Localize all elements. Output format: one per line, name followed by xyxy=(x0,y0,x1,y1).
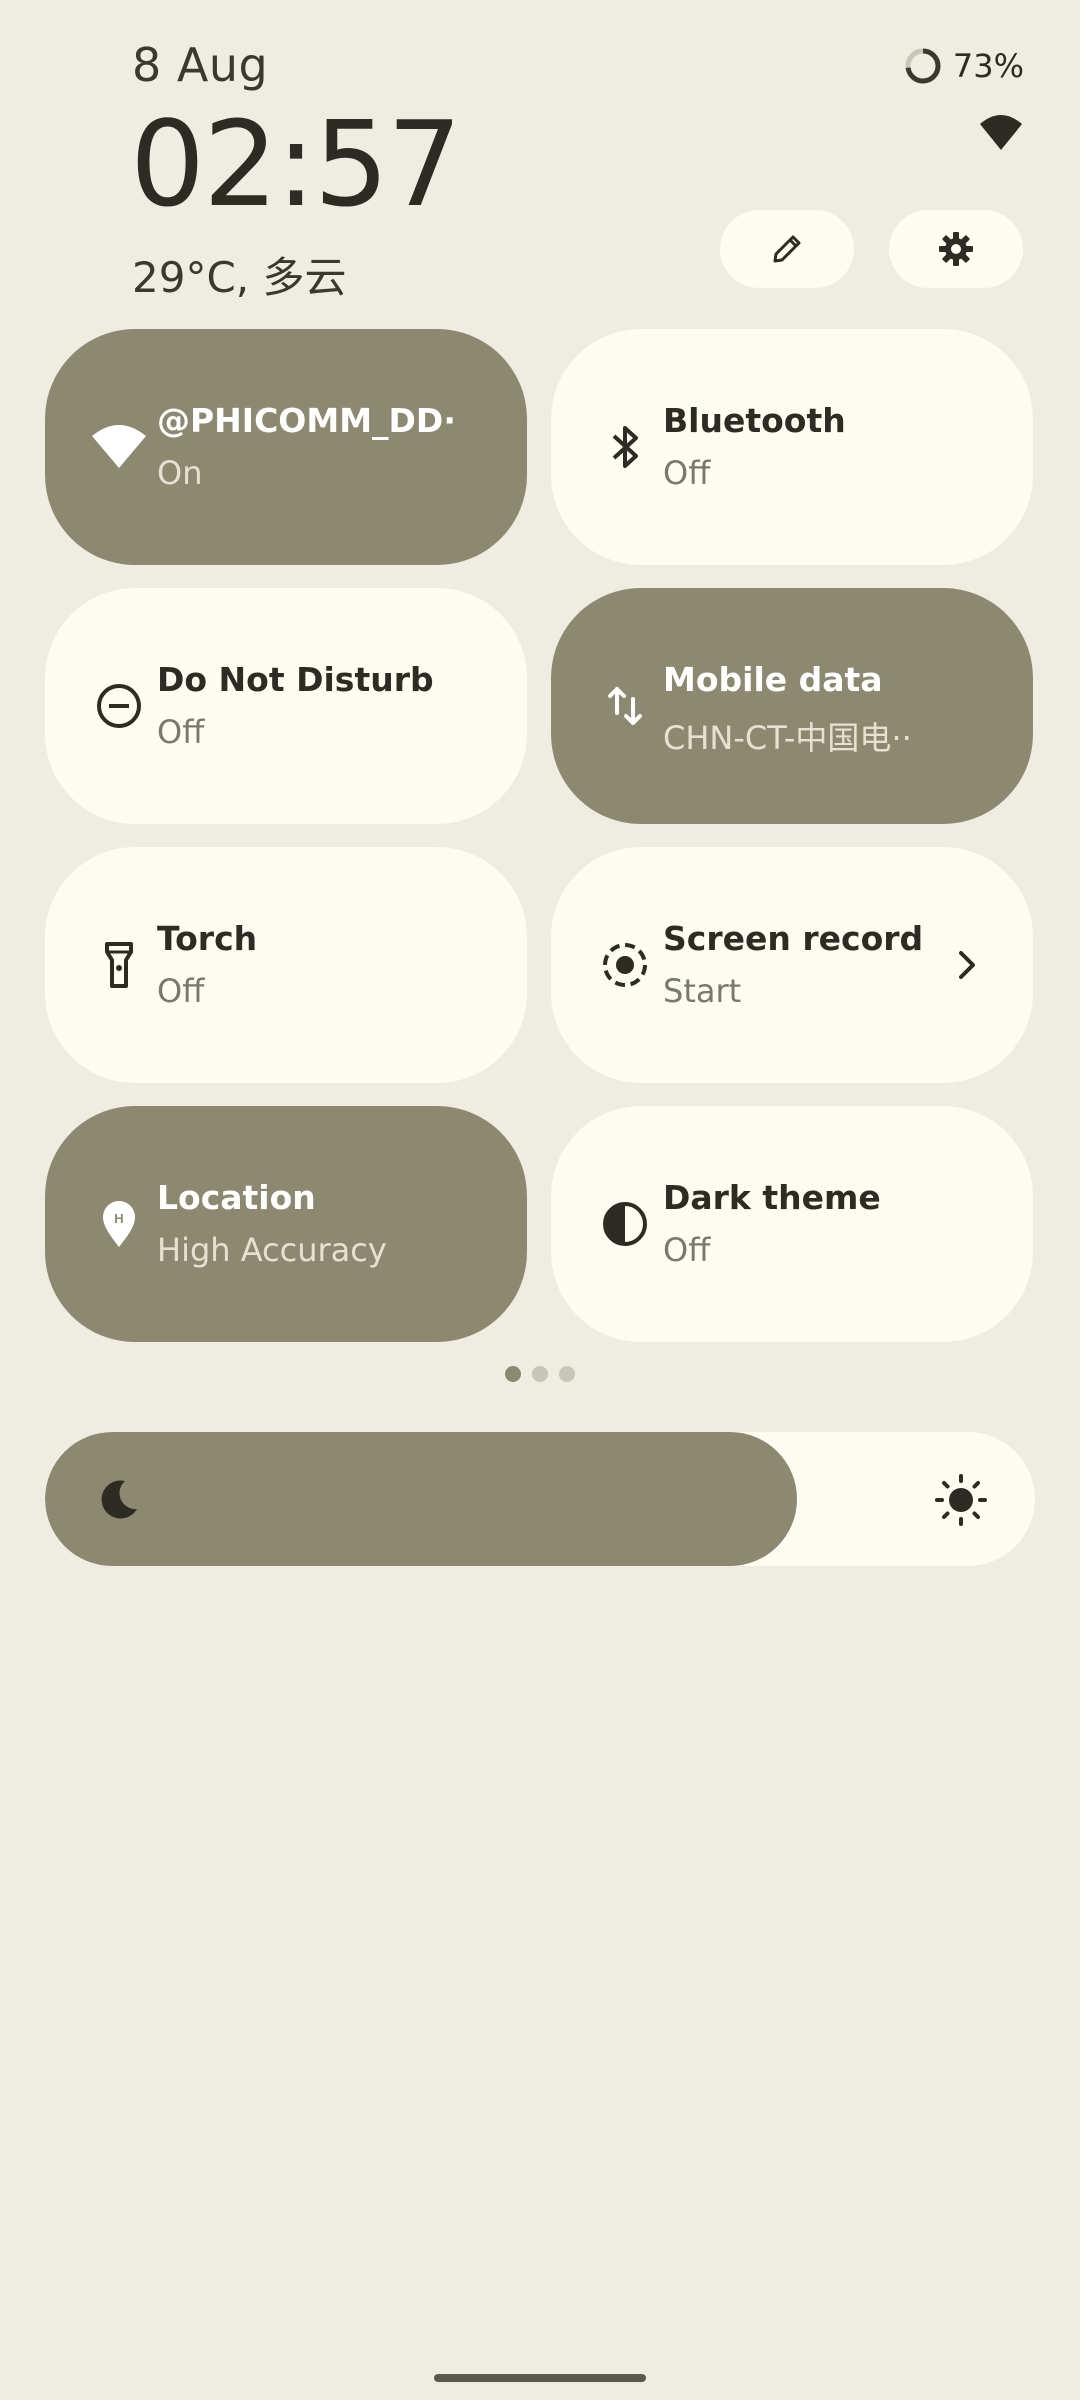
sun-icon xyxy=(935,1474,987,1526)
tile-wifi[interactable]: @PHICOMM_DD·· On xyxy=(45,329,527,565)
date-label: 8 Aug xyxy=(132,38,269,92)
tile-wifi-title: @PHICOMM_DD·· xyxy=(157,401,457,440)
tile-bluetooth[interactable]: Bluetooth Off xyxy=(551,329,1033,565)
tile-bluetooth-title: Bluetooth xyxy=(663,401,846,440)
gear-icon xyxy=(939,232,973,266)
battery-ring-icon xyxy=(905,48,941,84)
tile-torch-status: Off xyxy=(157,972,205,1010)
brightness-slider[interactable] xyxy=(45,1432,1035,1566)
tile-do-not-disturb[interactable]: Do Not Disturb Off xyxy=(45,588,527,824)
svg-text:H: H xyxy=(114,1211,123,1226)
brightness-slider-fill[interactable] xyxy=(45,1432,797,1566)
chevron-right-icon xyxy=(959,951,975,979)
tile-mobile-data[interactable]: Mobile data CHN-CT-中国电·· xyxy=(551,588,1033,824)
tile-screen-record-status: Start xyxy=(663,972,742,1010)
tile-wifi-status: On xyxy=(157,454,203,492)
tile-torch[interactable]: Torch Off xyxy=(45,847,527,1083)
do-not-disturb-icon xyxy=(89,676,149,736)
page-indicator xyxy=(0,1366,1080,1382)
battery-percent: 73% xyxy=(952,47,1024,85)
torch-icon xyxy=(89,935,149,995)
wifi-signal-icon xyxy=(980,115,1022,150)
tile-screen-record-title: Screen record xyxy=(663,919,924,958)
quick-settings-panel: 8 Aug 02:57 29°C, 多云 73% @PHICOMM_DD·· O… xyxy=(0,0,1080,2400)
tile-dark-theme-title: Dark theme xyxy=(663,1178,881,1217)
tile-location-title: Location xyxy=(157,1178,316,1217)
pencil-icon xyxy=(773,235,801,263)
moon-icon xyxy=(101,1480,137,1519)
screen-record-icon xyxy=(595,935,655,995)
tile-mobile-data-status: CHN-CT-中国电·· xyxy=(663,719,912,757)
bluetooth-icon xyxy=(595,417,655,477)
edit-button[interactable] xyxy=(720,210,854,288)
page-dot[interactable] xyxy=(559,1366,575,1382)
tile-do-not-disturb-title: Do Not Disturb xyxy=(157,660,434,699)
battery-status: 73% xyxy=(903,46,1024,86)
dark-theme-icon xyxy=(595,1194,655,1254)
settings-button[interactable] xyxy=(889,210,1023,288)
tile-torch-title: Torch xyxy=(157,919,258,958)
tile-screen-record[interactable]: Screen record Start xyxy=(551,847,1033,1083)
tile-dark-theme[interactable]: Dark theme Off xyxy=(551,1106,1033,1342)
home-indicator[interactable] xyxy=(434,2374,646,2382)
weather-label: 29°C, 多云 xyxy=(132,253,347,302)
mobile-data-icon xyxy=(595,676,655,736)
wifi-icon xyxy=(89,417,149,477)
tile-dark-theme-status: Off xyxy=(663,1231,711,1269)
tile-location-status: High Accuracy xyxy=(157,1231,387,1269)
page-dot[interactable] xyxy=(505,1366,521,1382)
page-dot[interactable] xyxy=(532,1366,548,1382)
tile-mobile-data-title: Mobile data xyxy=(663,660,883,699)
location-icon: H xyxy=(89,1194,149,1254)
clock[interactable]: 02:57 xyxy=(130,99,462,230)
tile-bluetooth-status: Off xyxy=(663,454,711,492)
tile-location[interactable]: H Location High Accuracy xyxy=(45,1106,527,1342)
tile-do-not-disturb-status: Off xyxy=(157,713,205,751)
